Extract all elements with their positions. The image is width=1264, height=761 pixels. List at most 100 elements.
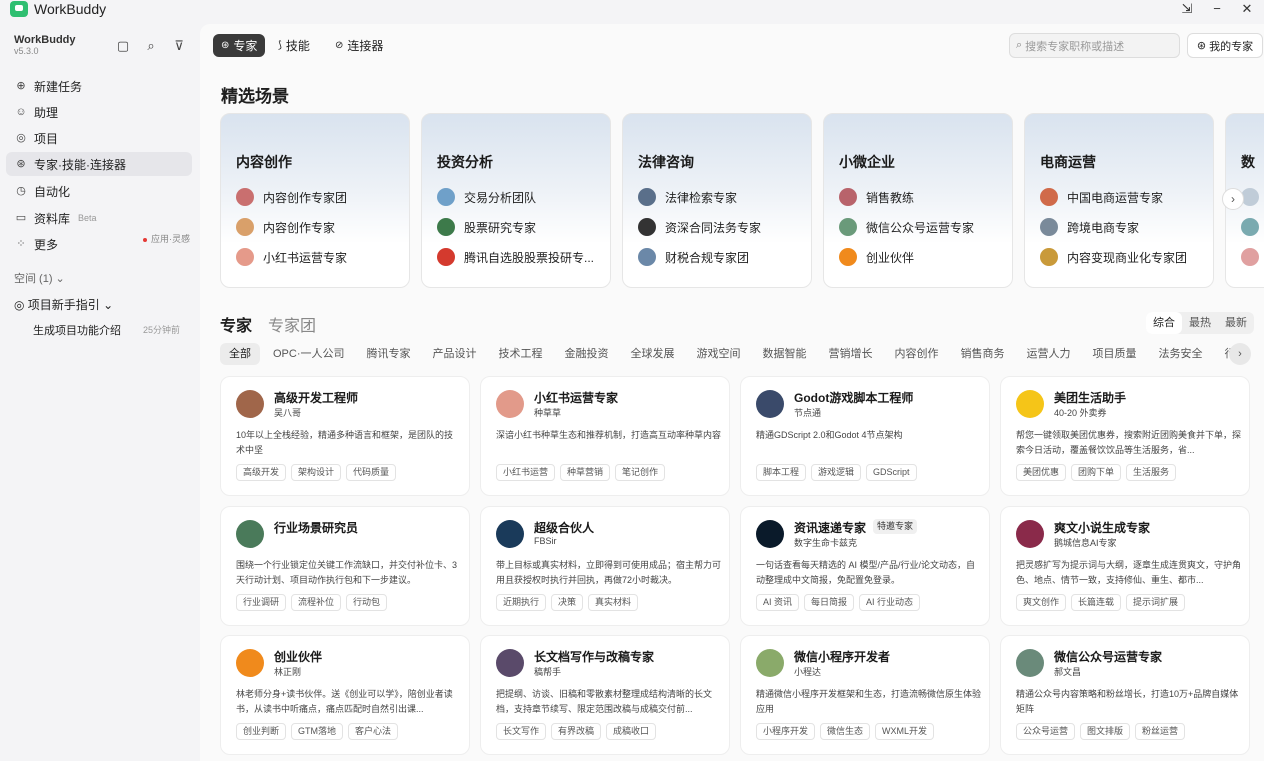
scene-card[interactable]: 电商运营 中国电商运营专家 跨境电商专家 内容变现商业化专家团	[1024, 113, 1214, 288]
sort-new[interactable]: 最新	[1218, 312, 1254, 334]
filter-icon[interactable]: ⊽	[171, 38, 187, 54]
tag: AI 行业动态	[859, 594, 921, 611]
category-tab[interactable]: 全球发展	[622, 343, 684, 365]
expert-card[interactable]: 资讯速递专家 数字生命卡兹克 特邀专家 一句话查看每天精选的 AI 模型/产品/行业/…	[740, 506, 990, 626]
tab-skills[interactable]: ⟆ 技能	[270, 34, 318, 57]
scene-entry[interactable]: 中国电商运营专家	[1040, 188, 1210, 206]
sidebar-item-label: 更多	[34, 237, 59, 252]
sidebar-item-2[interactable]: ◎ 项目	[6, 126, 192, 150]
scene-entry[interactable]: 内容变现商业化专家团	[1040, 248, 1210, 266]
expert-card[interactable]: 高级开发工程师 吴八哥 10年以上全栈经验，精通多种语言和框架，是团队的技术中坚 高级…	[220, 376, 470, 496]
category-tab[interactable]: 数据智能	[754, 343, 816, 365]
expert-card[interactable]: 微信公众号运营专家 郝文昌 精通公众号内容策略和粉丝增长，打造10万+品牌自媒体矩阵…	[1000, 635, 1250, 755]
sidebar-item-5[interactable]: ▭ 资料库 Beta	[6, 206, 192, 230]
expert-card[interactable]: 爽文小说生成专家 鹅城信息AI专家 把灵感扩写为提示词与大纲，逐章生成连贯爽文，守护…	[1000, 506, 1250, 626]
category-tab[interactable]: 内容创作	[886, 343, 948, 365]
avatar	[1241, 218, 1259, 236]
avatar	[1040, 248, 1058, 266]
sort-overall[interactable]: 综合	[1146, 312, 1182, 334]
scene-entry[interactable]	[1241, 248, 1264, 266]
search-icon[interactable]: ⌕	[143, 38, 159, 54]
close-button[interactable]: ✕	[1234, 0, 1260, 18]
sort-hot[interactable]: 最热	[1182, 312, 1218, 334]
category-tab[interactable]: 技术工程	[490, 343, 552, 365]
scene-entry[interactable]: 法律检索专家	[638, 188, 808, 206]
expert-card[interactable]: 长文档写作与改稿专家 稿帮手 把提纲、访谈、旧稿和零散素材整理成结构清晰的长文档，支…	[480, 635, 730, 755]
sidebar-item-label: 自动化	[34, 184, 71, 199]
tag-list: 美团优惠 团购下单 生活服务	[1016, 464, 1181, 481]
avatar	[756, 649, 784, 677]
sidebar-item-4[interactable]: ◷ 自动化	[6, 179, 192, 203]
tag-list: 创业判断 GTM落地 客户心法	[236, 723, 403, 740]
search-input[interactable]: ⌕ 搜索专家职称或描述	[1009, 33, 1180, 58]
tag: 生活服务	[1126, 464, 1177, 481]
space-label[interactable]: 空间 (1) ⌄	[14, 270, 65, 286]
plus-circle-icon: ⊕	[16, 80, 26, 92]
scene-card[interactable]: 法律咨询 法律检索专家 资深合同法务专家 财税合规专家团	[622, 113, 812, 288]
expert-card[interactable]: 微信小程序开发者 小程达 精通微信小程序开发框架和生态，打造流畅微信原生体验应用 小程…	[740, 635, 990, 755]
scene-entry[interactable]: 销售教练	[839, 188, 1009, 206]
category-tab[interactable]: 运营人力	[1018, 343, 1080, 365]
scene-entry[interactable]: 腾讯自选股股票投研专...	[437, 248, 607, 266]
scene-entry[interactable]	[1241, 218, 1264, 236]
avatar	[437, 218, 455, 236]
project-guide[interactable]: ◎ 项目新手指引 ⌄	[14, 296, 113, 313]
scenes-next-button[interactable]: ›	[1222, 188, 1244, 210]
scene-card[interactable]: 小微企业 销售教练 微信公众号运营专家 创业伙伴	[823, 113, 1013, 288]
scene-entry[interactable]: 跨境电商专家	[1040, 218, 1210, 236]
category-tab[interactable]: 项目质量	[1084, 343, 1146, 365]
category-tab[interactable]: 腾讯专家	[358, 343, 420, 365]
scene-entry[interactable]	[1241, 188, 1264, 206]
minimize-button[interactable]: −	[1204, 0, 1230, 18]
scene-card[interactable]: 内容创作 内容创作专家团 内容创作专家 小红书运营专家	[220, 113, 410, 288]
expert-name: 创业伙伴	[274, 650, 323, 664]
sidebar-item-3[interactable]: ⊛ 专家·技能·连接器	[6, 152, 192, 176]
tab-connectors[interactable]: ⊘ 连接器	[327, 34, 391, 57]
tag: 有界改稿	[551, 723, 602, 740]
scene-entry[interactable]: 创业伙伴	[839, 248, 1009, 266]
category-tab[interactable]: 金融投资	[556, 343, 618, 365]
expert-card[interactable]: 行业场景研究员 围绕一个行业锁定位关键工作流缺口，并交付补位卡、3天行动计划、项目…	[220, 506, 470, 626]
tab-experts[interactable]: ⊛ 专家	[213, 34, 266, 57]
sidebar-item-1[interactable]: ☺ 助理	[6, 100, 192, 124]
scene-entry[interactable]: 内容创作专家团	[236, 188, 406, 206]
scene-entry[interactable]: 微信公众号运营专家	[839, 218, 1009, 236]
scene-entry[interactable]: 资深合同法务专家	[638, 218, 808, 236]
scene-card[interactable]: 投资分析 交易分析团队 股票研究专家 腾讯自选股股票投研专...	[421, 113, 611, 288]
category-tab[interactable]: 销售商务	[952, 343, 1014, 365]
category-tab[interactable]: 法务安全	[1150, 343, 1212, 365]
my-experts-button[interactable]: ⊛ 我的专家	[1187, 33, 1263, 58]
tab-expert-teams[interactable]: 专家团	[268, 312, 316, 336]
expert-card[interactable]: 小红书运营专家 种草草 深谙小红书种草生态和推荐机制，打造高互动率种草内容 小红书运营…	[480, 376, 730, 496]
tag: AI 资讯	[756, 594, 800, 611]
sidebar-item-0[interactable]: ⊕ 新建任务	[6, 74, 192, 98]
avatar	[1016, 520, 1044, 548]
category-tab[interactable]: 全部	[220, 343, 260, 365]
pin-icon[interactable]: ⇲	[1174, 0, 1200, 18]
category-tab[interactable]: 游戏空间	[688, 343, 750, 365]
expert-card[interactable]: Godot游戏脚本工程师 节点通 精通GDScript 2.0和Godot 4节点架…	[740, 376, 990, 496]
expert-card[interactable]: 超级合伙人 FBSir 带上目标或真实材料，立即得到可使用成品；宿主帮力可用且获授权…	[480, 506, 730, 626]
tab-expert-list[interactable]: 专家	[220, 312, 252, 336]
sidebar-toggle-icon[interactable]: ▢	[115, 38, 131, 54]
expert-icon: ⊛	[1196, 40, 1207, 52]
gen-intro-item[interactable]: 生成项目功能介绍	[33, 322, 121, 338]
expert-desc: 把提纲、访谈、旧稿和零散素材整理成结构清晰的长文档，支持章节续写、限定范围改稿与…	[496, 689, 713, 714]
scene-entry[interactable]: 交易分析团队	[437, 188, 607, 206]
app-name: WorkBuddy	[34, 1, 107, 17]
expert-desc: 把灵感扩写为提示词与大纲，逐章生成连贯爽文，守护角色、地点、情节一致，支持修仙、…	[1016, 560, 1241, 585]
scene-entry[interactable]: 财税合规专家团	[638, 248, 808, 266]
expert-name: 超级合伙人	[534, 521, 595, 535]
scene-entry[interactable]: 内容创作专家	[236, 218, 406, 236]
sidebar-item-label: 专家·技能·连接器	[34, 157, 126, 172]
tag: 长篇连载	[1071, 594, 1122, 611]
expert-card[interactable]: 美团生活助手 40-20 外卖券 帮您一键领取美团优惠券，搜索附近团购美食并下单，探…	[1000, 376, 1250, 496]
expert-card[interactable]: 创业伙伴 林正刚 林老师分身+读书伙伴。送《创业可以学》，陪创业者读书，从读书中听痛…	[220, 635, 470, 755]
category-tab[interactable]: 产品设计	[424, 343, 486, 365]
tag: 流程补位	[291, 594, 342, 611]
category-next-button[interactable]: ›	[1229, 343, 1251, 365]
scene-entry[interactable]: 股票研究专家	[437, 218, 607, 236]
category-tab[interactable]: 营销增长	[820, 343, 882, 365]
scene-entry[interactable]: 小红书运营专家	[236, 248, 406, 266]
category-tab[interactable]: OPC·一人公司	[264, 343, 354, 365]
